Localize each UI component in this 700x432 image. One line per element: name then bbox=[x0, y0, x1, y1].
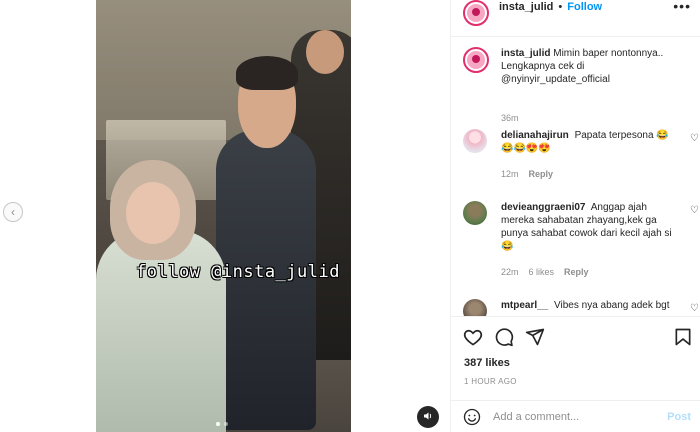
post-timestamp: 1 HOUR AGO bbox=[464, 377, 517, 386]
more-horizontal-icon[interactable]: ••• bbox=[673, 0, 691, 14]
share-icon[interactable] bbox=[525, 327, 545, 347]
carousel-dot bbox=[224, 422, 228, 426]
comment-meta: 12m Reply bbox=[501, 169, 553, 179]
video-person-head bbox=[306, 30, 344, 74]
author-avatar[interactable] bbox=[463, 0, 489, 26]
comment-likes[interactable]: 6 likes bbox=[529, 267, 555, 277]
comment-avatar[interactable] bbox=[463, 201, 487, 225]
post-sidebar: insta_julid • Follow ••• insta_julid Mim… bbox=[450, 0, 700, 432]
emoji-icon[interactable] bbox=[463, 408, 481, 426]
comment-time: 22m bbox=[501, 267, 519, 277]
video-boy-hair bbox=[236, 56, 298, 90]
comment-time: 12m bbox=[501, 169, 519, 179]
comment-body: Vibes nya abang adek bgt bbox=[554, 300, 670, 311]
comment-text: devieanggraeni07 Anggap ajah mereka saha… bbox=[501, 201, 681, 253]
comment-input[interactable] bbox=[493, 410, 668, 423]
bookmark-icon[interactable] bbox=[673, 327, 693, 347]
comment-username[interactable]: devieanggraeni07 bbox=[501, 202, 585, 213]
reply-button[interactable]: Reply bbox=[564, 267, 589, 277]
caption-text: insta_julid Mimin baper nontonnya.. Leng… bbox=[501, 47, 693, 86]
comment-username[interactable]: mtpearl__ bbox=[501, 300, 548, 311]
author-username[interactable]: insta_julid bbox=[499, 1, 553, 13]
comment-username[interactable]: delianahajirun bbox=[501, 130, 569, 141]
reply-button[interactable]: Reply bbox=[529, 169, 554, 179]
caption-username[interactable]: insta_julid bbox=[501, 48, 550, 59]
caption-avatar[interactable] bbox=[463, 47, 489, 73]
carousel-dot-active bbox=[216, 422, 220, 426]
carousel-dots bbox=[216, 422, 228, 426]
comment-avatar[interactable] bbox=[463, 299, 487, 316]
heart-icon[interactable] bbox=[463, 327, 483, 347]
prev-arrow-icon[interactable]: ‹ bbox=[3, 202, 23, 222]
heart-icon[interactable]: ♡ bbox=[690, 133, 699, 144]
add-comment-bar: Post bbox=[451, 400, 700, 432]
audio-toggle-icon[interactable] bbox=[417, 406, 439, 428]
video-girl bbox=[96, 230, 226, 432]
comment-icon[interactable] bbox=[494, 327, 514, 347]
comment-text: delianahajirun Papata terpesona 😂 😂😂😍😍 bbox=[501, 129, 681, 155]
post-button[interactable]: Post bbox=[667, 411, 691, 423]
header-separator: • bbox=[558, 1, 563, 13]
heart-icon[interactable]: ♡ bbox=[690, 205, 699, 216]
comments-list[interactable]: insta_julid Mimin baper nontonnya.. Leng… bbox=[451, 36, 700, 316]
post-actions bbox=[451, 316, 700, 356]
media-pane: ‹ follow @insta_julid bbox=[0, 0, 450, 432]
likes-count[interactable]: 387 likes bbox=[464, 357, 510, 369]
video-watermark: follow @insta_julid bbox=[136, 262, 340, 282]
comment-text: mtpearl__ Vibes nya abang adek bgt bbox=[501, 299, 681, 312]
comment-meta: 22m 6 likes Reply bbox=[501, 267, 589, 277]
caption-time: 36m bbox=[501, 113, 519, 123]
heart-icon[interactable]: ♡ bbox=[690, 303, 699, 314]
post-video[interactable]: follow @insta_julid bbox=[96, 0, 351, 432]
post-header: insta_julid • Follow ••• bbox=[451, 0, 700, 28]
comment-avatar[interactable] bbox=[463, 129, 487, 153]
follow-button[interactable]: Follow bbox=[567, 1, 602, 13]
video-girl-face bbox=[126, 182, 180, 244]
